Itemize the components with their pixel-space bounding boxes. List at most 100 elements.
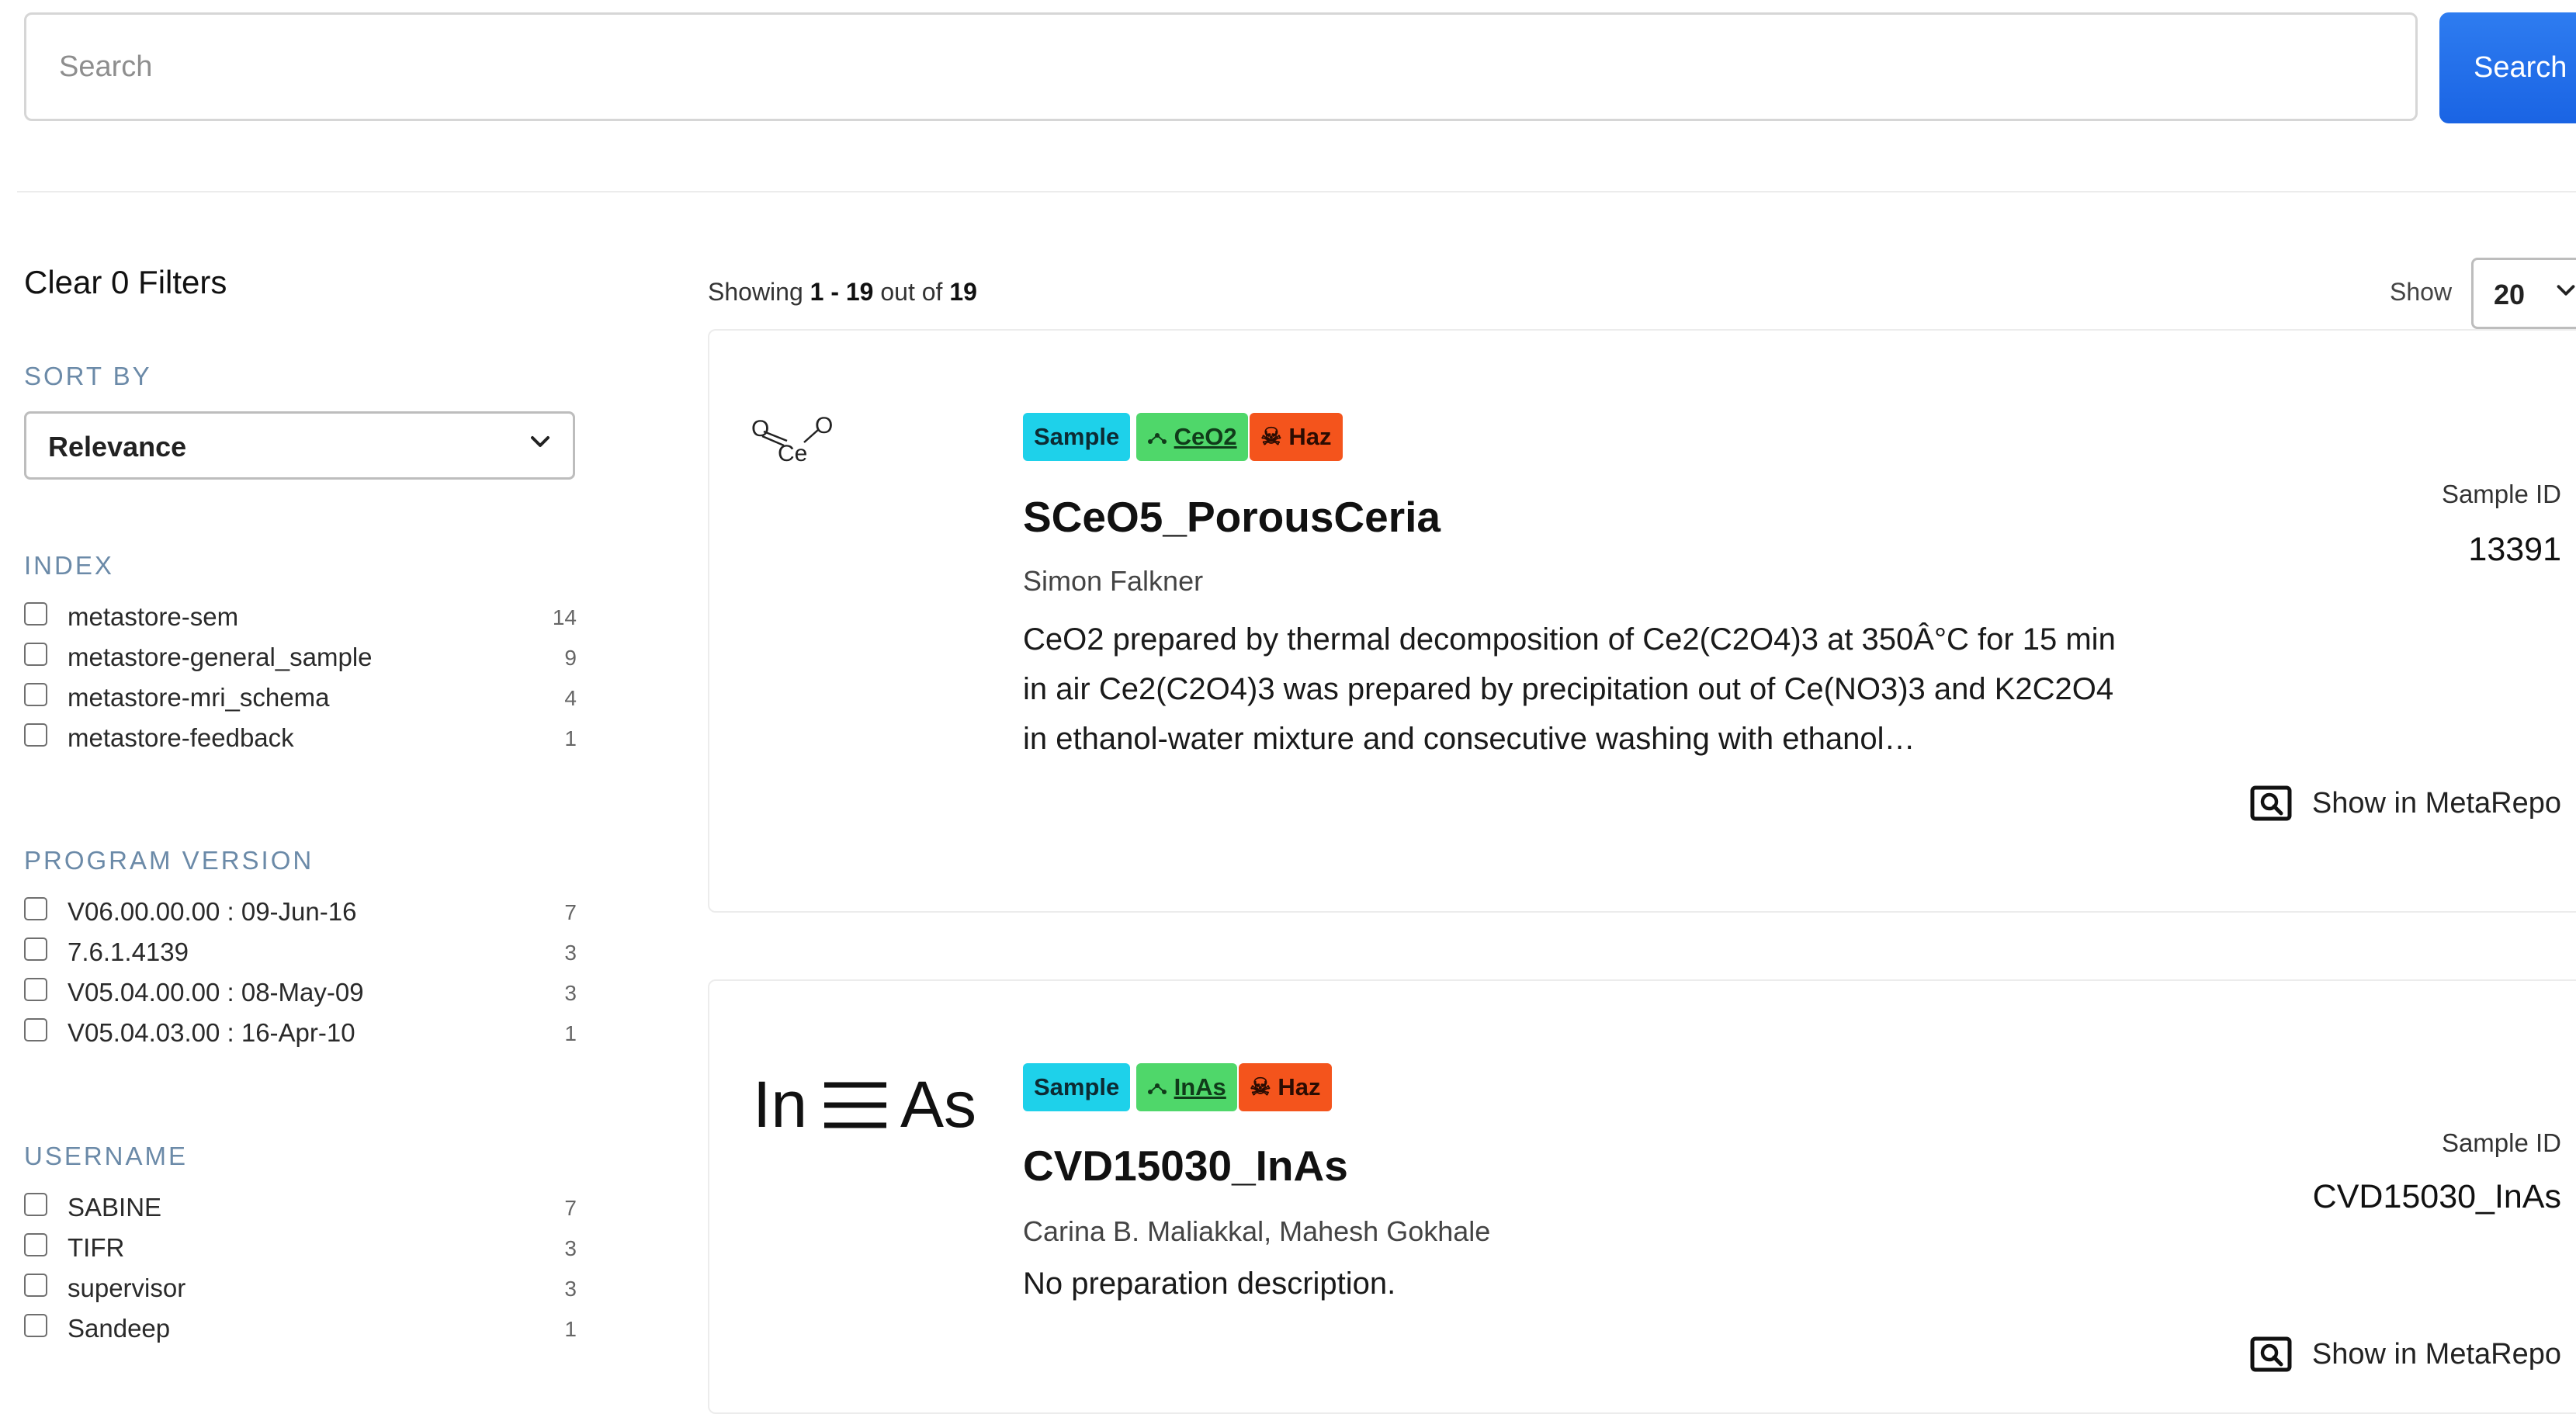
facet-count: 1 [564, 1021, 577, 1045]
search-button[interactable]: Search [2439, 12, 2576, 123]
facet-label: metastore-sem [68, 602, 239, 631]
facet-title-username: USERNAME [24, 1142, 189, 1170]
facet-item[interactable]: SABINE 7 [24, 1193, 577, 1232]
badge-hazard: ☠ Haz [1239, 1063, 1332, 1111]
facet-label: metastore-mri_schema [68, 683, 330, 712]
facet-label: metastore-feedback [68, 723, 294, 752]
facet-item[interactable]: metastore-general_sample 9 [24, 643, 577, 681]
facet-count: 9 [564, 646, 577, 670]
result-card[interactable]: In As Sample InAs ☠ Haz CVD15030_InAs Ca… [708, 979, 2576, 1414]
header-divider [17, 191, 2576, 192]
facet-label: SABINE [68, 1193, 162, 1222]
badge-formula[interactable]: CeO2 [1136, 413, 1248, 461]
facet-checkbox[interactable] [24, 1233, 47, 1256]
facet-count: 3 [564, 941, 577, 965]
facet-count: 7 [564, 1196, 577, 1220]
facet-item[interactable]: 7.6.1.4139 3 [24, 937, 577, 976]
page-size-value: 20 [2494, 279, 2526, 310]
show-in-metarepo-label: Show in MetaRepo [2311, 786, 2561, 820]
skull-crossbones-icon: ☠ [1260, 423, 1282, 450]
badge-sample: Sample [1023, 413, 1131, 461]
facet-item[interactable]: V05.04.00.00 : 08-May-09 3 [24, 978, 577, 1017]
chevron-down-icon [2557, 285, 2575, 296]
skull-crossbones-icon: ☠ [1250, 1073, 1271, 1100]
facet-checkbox[interactable] [24, 1314, 47, 1337]
facet-item[interactable]: V05.04.03.00 : 16-Apr-10 1 [24, 1018, 577, 1057]
badge-formula[interactable]: InAs [1136, 1063, 1237, 1111]
show-in-metarepo-link[interactable]: Show in MetaRepo [2250, 785, 2561, 821]
atom-label: O [751, 416, 769, 442]
inas-structure-icon: In As [753, 1068, 976, 1141]
facet-item[interactable]: metastore-mri_schema 4 [24, 683, 577, 722]
result-title[interactable]: CVD15030_InAs [1023, 1141, 1348, 1190]
sample-id-value: 13391 [2468, 531, 2561, 568]
atom-label: As [900, 1068, 976, 1141]
facet-count: 3 [564, 1236, 577, 1260]
result-card[interactable]: O Ce O Sample CeO2 ☠ Haz SCeO5_PorousCer… [708, 329, 2576, 913]
badge-formula-label: CeO2 [1174, 423, 1237, 450]
facet-checkbox[interactable] [24, 643, 47, 666]
badge-formula-label: InAs [1174, 1073, 1226, 1100]
search-preview-icon [2250, 785, 2292, 821]
atom-label: O [815, 413, 833, 438]
result-authors: Simon Falkner [1023, 565, 1204, 597]
facet-label: Sandeep [68, 1314, 171, 1343]
show-in-metarepo-link[interactable]: Show in MetaRepo [2250, 1336, 2561, 1372]
facet-item[interactable]: supervisor 3 [24, 1274, 577, 1312]
facet-count: 1 [564, 1317, 577, 1341]
facet-item[interactable]: metastore-feedback 1 [24, 723, 577, 762]
sort-by-title: SORT BY [24, 362, 152, 390]
facet-label: V06.00.00.00 : 09-Jun-16 [68, 897, 357, 926]
facet-item[interactable]: TIFR 3 [24, 1233, 577, 1272]
sort-select[interactable]: Relevance [24, 411, 575, 480]
facet-checkbox[interactable] [24, 683, 47, 706]
facet-checkbox[interactable] [24, 897, 47, 920]
show-in-metarepo-label: Show in MetaRepo [2311, 1337, 2561, 1371]
sample-id-label: Sample ID [2441, 1128, 2561, 1157]
facet-item[interactable]: Sandeep 1 [24, 1314, 577, 1353]
facet-count: 4 [564, 686, 577, 710]
facet-count: 3 [564, 981, 577, 1005]
result-description: CeO2 prepared by thermal decomposition o… [1023, 622, 2116, 756]
results-summary: Showing 1 - 19 out of 19 [708, 278, 977, 307]
molecule-icon [1148, 1083, 1167, 1094]
result-authors: Carina B. Maliakkal, Mahesh Gokhale [1023, 1215, 1491, 1247]
facet-checkbox[interactable] [24, 1193, 47, 1216]
search-input[interactable] [24, 12, 2418, 121]
facet-count: 14 [552, 605, 577, 629]
sample-id-value: CVD15030_InAs [2312, 1178, 2561, 1215]
search-preview-icon [2250, 1336, 2292, 1372]
facet-item[interactable]: V06.00.00.00 : 09-Jun-16 7 [24, 897, 577, 936]
badge-hazard-label: Haz [1278, 1073, 1321, 1100]
facet-checkbox[interactable] [24, 602, 47, 626]
atom-label: Ce [778, 441, 807, 466]
page-size-select[interactable]: 20 [2471, 258, 2576, 329]
showing-prefix: Showing [708, 278, 803, 306]
facet-label: supervisor [68, 1274, 186, 1302]
facet-count: 7 [564, 900, 577, 924]
result-title[interactable]: SCeO5_PorousCeria [1023, 492, 1441, 542]
facet-checkbox[interactable] [24, 978, 47, 1001]
facet-checkbox[interactable] [24, 723, 47, 747]
facet-item[interactable]: metastore-sem 14 [24, 602, 577, 641]
clear-filters-link[interactable]: Clear 0 Filters [24, 264, 227, 301]
facet-label: TIFR [68, 1233, 125, 1262]
facet-checkbox[interactable] [24, 1274, 47, 1297]
facet-label: metastore-general_sample [68, 643, 373, 671]
showing-range: 1 - 19 [810, 278, 874, 306]
facet-label: V05.04.00.00 : 08-May-09 [68, 978, 364, 1007]
badge-hazard: ☠ Haz [1250, 413, 1343, 461]
facet-count: 3 [564, 1277, 577, 1301]
result-description: No preparation description. [1023, 1267, 1396, 1301]
facet-checkbox[interactable] [24, 937, 47, 961]
chevron-down-icon [531, 436, 550, 447]
molecule-icon [1148, 433, 1167, 444]
facet-title-program-version: PROGRAM VERSION [24, 846, 314, 875]
ceo2-structure-icon: O Ce O [751, 413, 833, 466]
sample-id-label: Sample ID [2441, 480, 2561, 508]
facet-checkbox[interactable] [24, 1018, 47, 1041]
sort-selected-value: Relevance [48, 431, 187, 463]
facet-count: 1 [564, 726, 577, 750]
showing-total: 19 [949, 278, 977, 306]
facet-label: V05.04.03.00 : 16-Apr-10 [68, 1018, 355, 1047]
